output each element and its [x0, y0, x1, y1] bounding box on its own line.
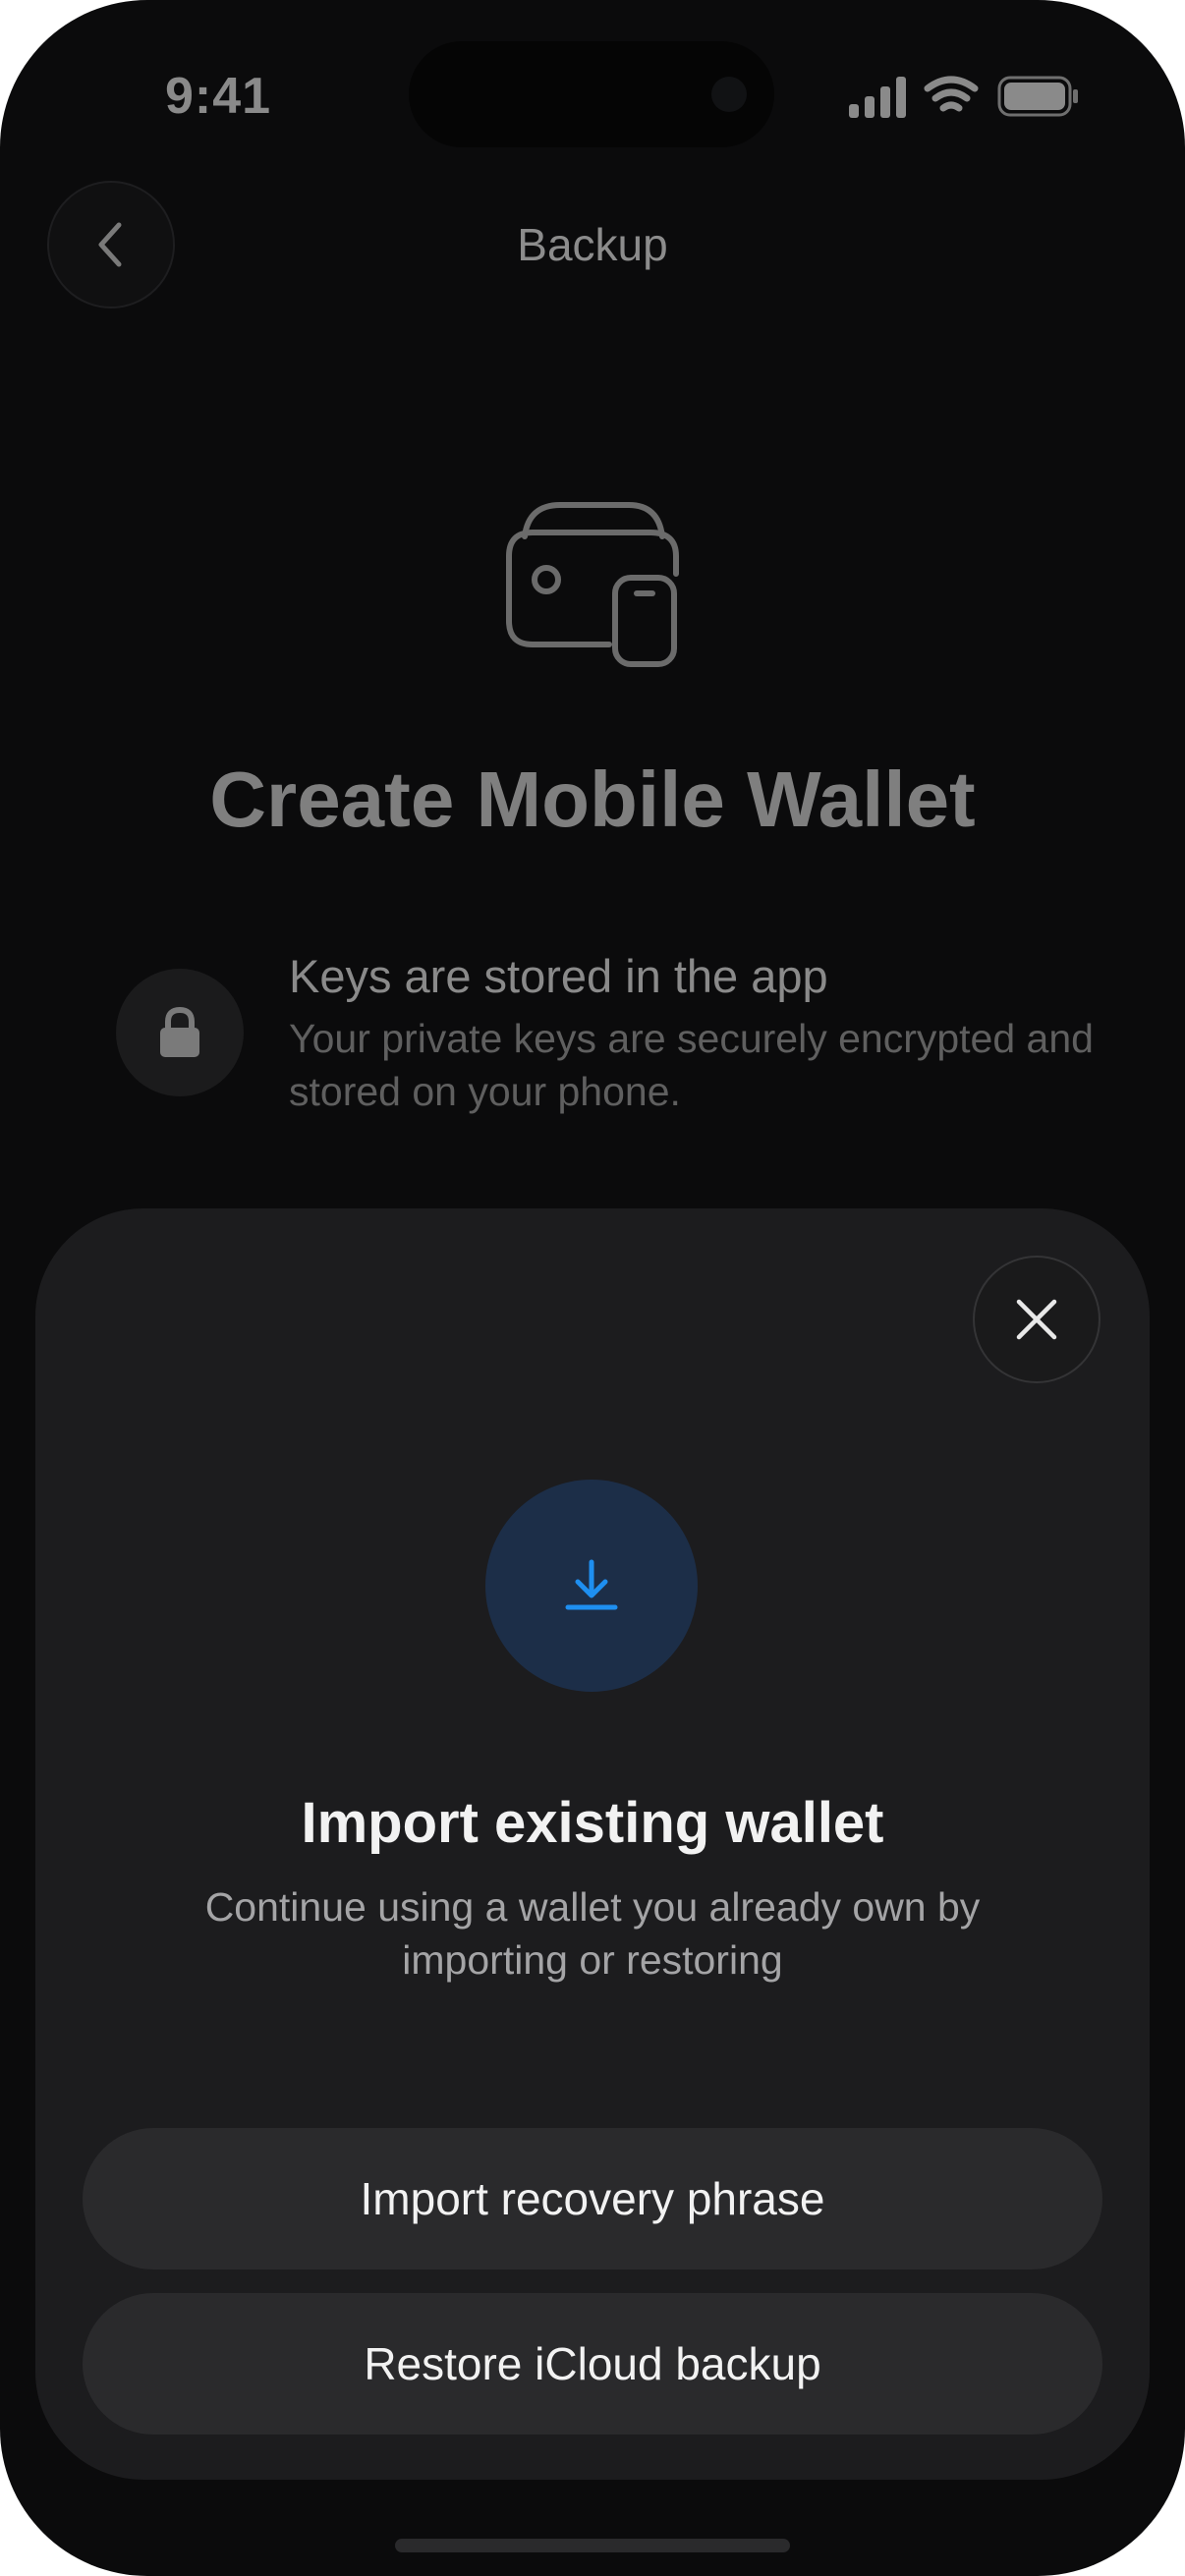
cellular-signal-icon [849, 77, 906, 118]
wifi-icon [924, 76, 979, 112]
wallet-phone-icon [506, 502, 679, 667]
download-icon [565, 1559, 618, 1610]
lock-badge [116, 969, 244, 1096]
feature-description: Your private keys are securely encrypted… [289, 1016, 1094, 1114]
close-icon [1016, 1299, 1057, 1340]
status-icons [849, 76, 1078, 118]
close-button[interactable] [973, 1256, 1100, 1383]
feature-title: Keys are stored in the app [289, 950, 828, 1002]
restore-icloud-backup-button[interactable]: Restore iCloud backup [83, 2293, 1102, 2435]
phone-screen: 9:41 Backup Create Mobile Wallet Keys ar… [0, 0, 1185, 2576]
import-recovery-phrase-button[interactable]: Import recovery phrase [83, 2128, 1102, 2269]
battery-icon [997, 76, 1078, 117]
lock-icon [160, 1006, 199, 1057]
main-title: Create Mobile Wallet [209, 756, 976, 843]
status-time: 9:41 [165, 68, 272, 125]
sheet-description: Continue using a wallet you already own … [204, 1884, 981, 1983]
download-badge [485, 1480, 698, 1692]
dynamic-island [409, 41, 774, 147]
header-title: Backup [517, 219, 668, 270]
sheet-title: Import existing wallet [301, 1791, 884, 1855]
camera-icon [711, 77, 747, 112]
import-wallet-sheet: Import existing wallet Continue using a … [35, 1208, 1150, 2480]
home-indicator[interactable] [395, 2539, 790, 2552]
